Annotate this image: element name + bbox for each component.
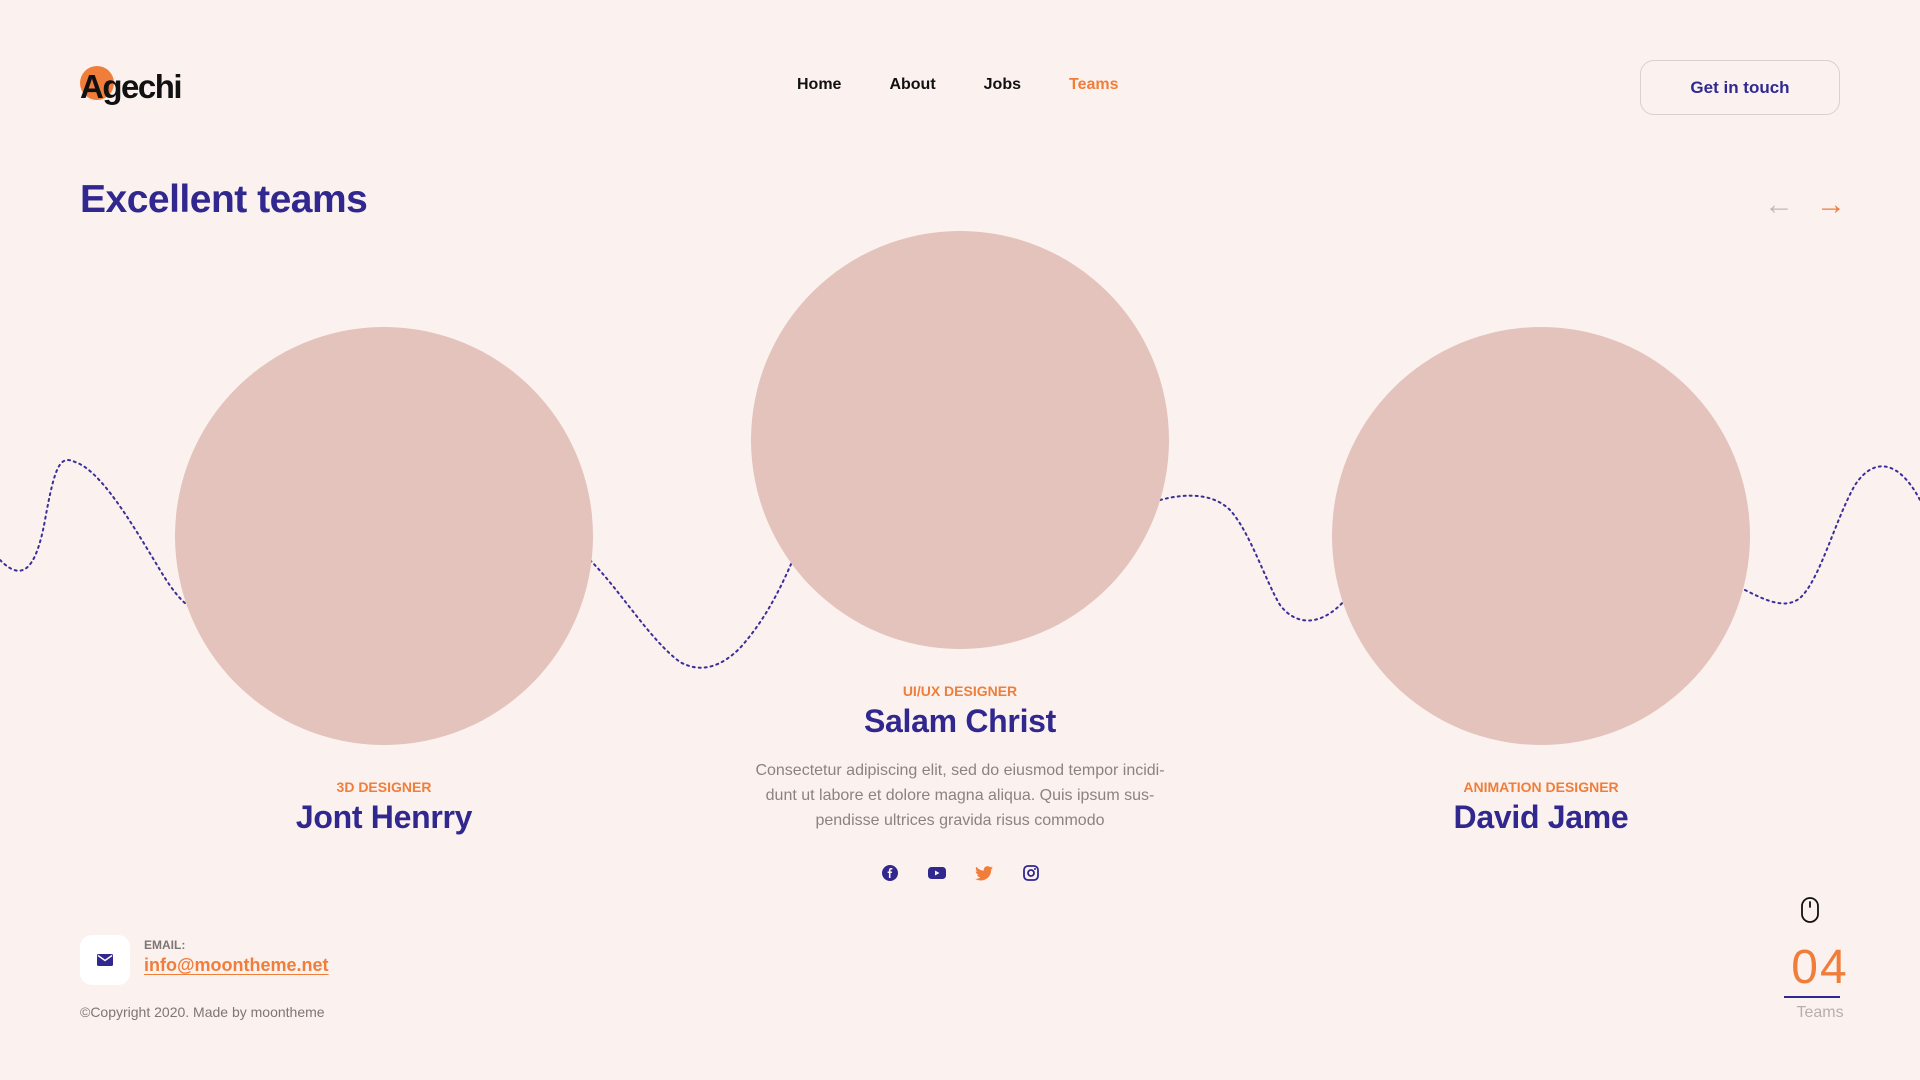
team-photo-salam[interactable] [751, 231, 1169, 649]
youtube-icon[interactable] [927, 863, 947, 883]
counter-underline [1784, 996, 1840, 998]
team-name[interactable]: Jont Henrry [134, 799, 634, 836]
team-role: UI/UX DESIGNER [902, 683, 1018, 699]
twitter-icon[interactable] [974, 863, 994, 883]
team-role: 3D DESIGNER [336, 779, 432, 795]
email-icon [80, 935, 130, 985]
facebook-icon[interactable] [880, 863, 900, 883]
team-role: ANIMATION DESIGNER [1463, 779, 1619, 795]
scroll-mouse-icon [1801, 897, 1819, 923]
social-links [880, 863, 1041, 883]
team-name[interactable]: David Jame [1291, 799, 1791, 836]
email-link[interactable]: info@moontheme.net [144, 955, 329, 976]
team-name[interactable]: Salam Christ [710, 703, 1210, 740]
copyright: ©Copyright 2020. Made by moontheme [80, 1004, 325, 1020]
team-bio: Consectetur adipiscing elit, sed do eius… [755, 762, 1165, 829]
email-label: EMAIL: [144, 938, 186, 952]
instagram-icon[interactable] [1021, 863, 1041, 883]
counter-label: Teams [1796, 1004, 1844, 1021]
slide-counter: 04 [1791, 941, 1849, 994]
team-photo-jont[interactable] [175, 327, 593, 745]
team-photo-david[interactable] [1332, 327, 1750, 745]
